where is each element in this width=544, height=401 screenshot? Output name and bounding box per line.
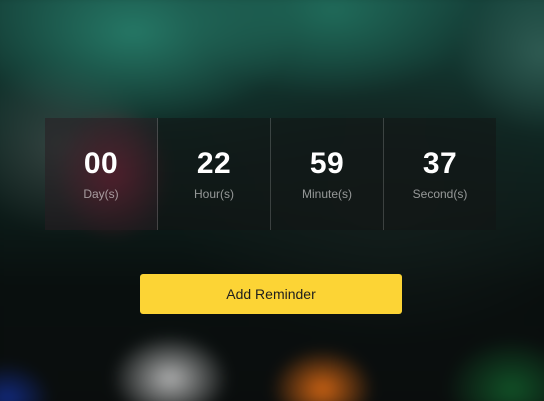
countdown-days: 00 Day(s) (45, 118, 158, 230)
minutes-value: 59 (309, 147, 345, 180)
seconds-label: Second(s) (412, 187, 468, 201)
countdown-seconds: 37 Second(s) (384, 118, 496, 230)
seconds-value: 37 (422, 147, 458, 180)
days-label: Day(s) (83, 187, 119, 201)
add-reminder-button[interactable]: Add Reminder (140, 274, 402, 314)
hours-label: Hour(s) (193, 187, 234, 201)
countdown-hours: 22 Hour(s) (158, 118, 271, 230)
days-value: 00 (83, 147, 119, 180)
page: 00 Day(s) 22 Hour(s) 59 Minute(s) 37 Sec… (0, 0, 544, 401)
countdown-minutes: 59 Minute(s) (271, 118, 384, 230)
countdown-timer: 00 Day(s) 22 Hour(s) 59 Minute(s) 37 Sec… (45, 118, 496, 230)
hours-value: 22 (196, 147, 232, 180)
minutes-label: Minute(s) (301, 187, 352, 201)
